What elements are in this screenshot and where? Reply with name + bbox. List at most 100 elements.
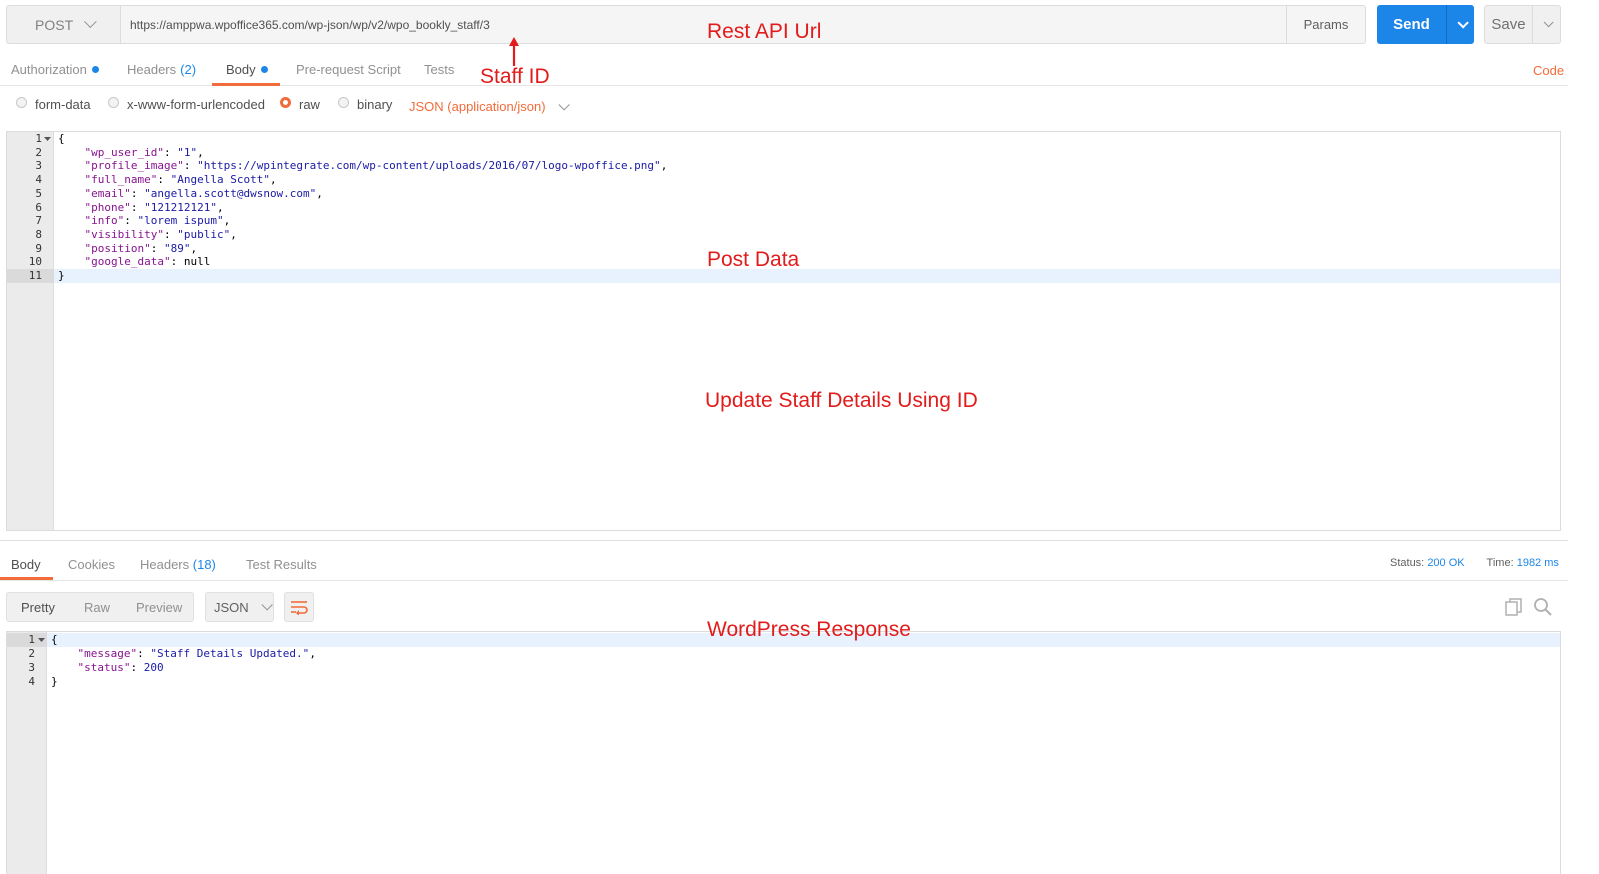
tab-body[interactable]: Body [226,62,268,77]
fold-arrow-icon[interactable] [38,638,45,643]
response-status: Status: 200 OK Time: 1982 ms [1390,557,1559,569]
time-value: 1982 ms [1516,557,1559,569]
line-number: 1 [28,633,35,646]
tab-authorization-label: Authorization [11,62,87,77]
radio-urlencoded-label: x-www-form-urlencoded [127,97,265,112]
chevron-down-icon [558,98,570,111]
code-key: "message" [77,647,138,660]
status-label: Status: [1390,557,1425,569]
code-val: 200 [143,661,164,674]
url-text: https://amppwa.wpoffice365.com/wp-json/w… [130,17,490,32]
code-line: } [58,269,65,283]
view-pretty-button[interactable]: Pretty [21,600,55,615]
response-tab-headers[interactable]: Headers (18) [140,557,216,572]
code-val: "Angella Scott" [170,173,270,187]
tab-headers-label: Headers [127,62,177,77]
code-key: "info" [84,214,125,228]
annotation-rest-api-url: Rest API Url [707,20,822,43]
chevron-down-icon [261,599,273,611]
line-number: 3 [35,159,42,173]
code-key: "status" [77,661,131,674]
send-dropdown-button[interactable] [1446,5,1474,44]
code-line: "info": "lorem ispum", [58,214,231,228]
code-pre: } [51,675,58,688]
response-format-select[interactable]: JSON [205,592,274,622]
code-line: { [58,132,65,146]
code-line: "message": "Staff Details Updated.", [51,647,316,661]
line-number: 4 [28,675,35,688]
code-key: "phone" [84,200,131,214]
tab-pre-request-script[interactable]: Pre-request Script [296,62,401,77]
code-line: { [51,633,58,647]
code-sep: : [137,647,151,660]
radio-raw[interactable]: raw [280,97,320,112]
code-pre [58,228,85,241]
response-tabs-border [0,580,1568,581]
code-val: "angella.scott@dwsnow.com" [144,186,317,200]
code-link[interactable]: Code [1533,63,1564,78]
annotation-update-staff: Update Staff Details Using ID [705,389,978,412]
code-key: "visibility" [84,227,164,241]
code-key: "email" [84,186,131,200]
code-post: , [269,173,277,187]
code-sep: : [130,661,144,674]
tab-authorization[interactable]: Authorization [11,62,99,77]
params-button[interactable]: Params [1286,5,1366,44]
code-key: "profile_image" [84,159,184,173]
code-sep: : [130,186,145,200]
response-tab-test-results[interactable]: Test Results [246,557,317,572]
code-pre [58,187,85,200]
line-number: 2 [28,647,35,660]
radio-raw-label: raw [299,97,320,112]
line-number: 8 [35,227,42,241]
code-sep: : [163,227,178,241]
code-post: , [223,214,231,228]
method-select[interactable]: POST [6,5,121,44]
code-val: "https://wpintegrate.com/wp-content/uplo… [197,159,661,173]
code-val: "Staff Details Updated." [150,647,310,660]
code-post: , [660,159,668,173]
chevron-down-icon [1543,17,1554,28]
radio-form-data[interactable]: form-data [16,97,91,112]
tab-headers[interactable]: Headers (2) [127,62,196,77]
code-pre: } [58,269,65,282]
code-line: "phone": "121212121", [58,201,224,215]
code-key: "full_name" [84,173,158,187]
content-type-select[interactable]: JSON (application/json) [409,98,570,114]
response-tab-body[interactable]: Body [11,557,41,572]
radio-urlencoded[interactable]: x-www-form-urlencoded [108,97,265,112]
fold-arrow-icon[interactable] [44,137,51,142]
save-dropdown-button[interactable] [1533,5,1561,44]
response-tab-cookies[interactable]: Cookies [68,557,115,572]
response-tab-headers-count: (18) [192,557,216,572]
wrap-lines-button[interactable] [284,592,314,622]
code-val: "121212121" [144,200,217,214]
line-number: 11 [28,269,42,282]
view-preview-button[interactable]: Preview [136,600,182,615]
chevron-down-icon [84,15,97,29]
view-raw-button[interactable]: Raw [84,600,110,615]
code-val: "lorem ispum" [137,214,224,228]
wrap-lines-icon [291,601,308,615]
code-pre [58,214,85,227]
line-number: 7 [35,214,42,228]
tab-tests[interactable]: Tests [424,62,454,77]
code-pre [58,159,85,172]
code-val: "1" [177,145,198,159]
radio-binary[interactable]: binary [338,97,392,112]
annotation-wordpress-response: WordPress Response [707,618,911,641]
line-number: 4 [35,173,42,187]
line-number: 9 [35,241,42,255]
active-tab-indicator [212,83,280,86]
request-body-editor[interactable]: 1 2 3 4 5 6 7 8 9 10 11 { "wp_user_id": "1", "prof… [6,131,1561,531]
save-button[interactable]: Save [1484,5,1533,44]
response-body-viewer[interactable]: 1234 { "message": "Staff Details Updated… [6,631,1561,874]
chevron-down-icon [1456,16,1469,29]
url-input[interactable]: https://amppwa.wpoffice365.com/wp-json/w… [121,5,1287,44]
send-button[interactable]: Send [1377,5,1446,44]
copy-icon[interactable] [1505,598,1523,616]
code-pre [58,242,85,255]
code-post: , [197,145,204,159]
line-number: 6 [35,200,42,214]
search-icon[interactable] [1533,597,1553,617]
